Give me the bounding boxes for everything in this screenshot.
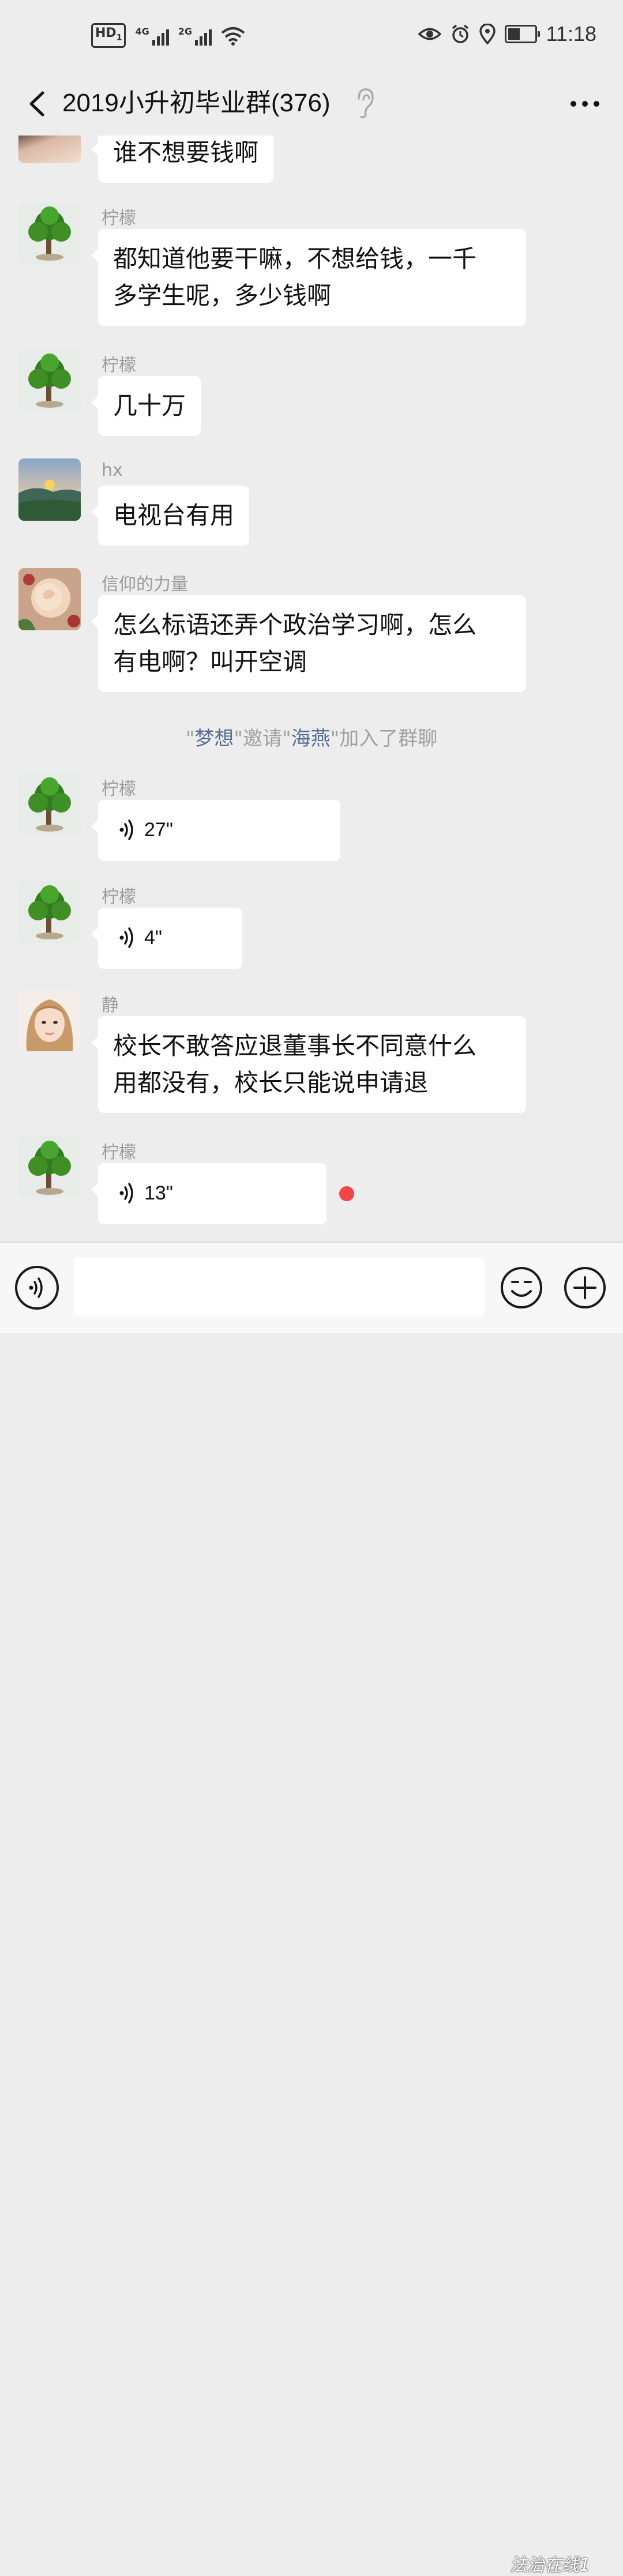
voice-duration: 27"	[144, 819, 173, 841]
tree-avatar-icon	[18, 773, 81, 835]
message-text: 怎么标语还弄个政治学习啊，怎么	[113, 611, 477, 639]
voice-wave-icon	[119, 927, 133, 948]
invitee-link[interactable]: 海燕	[291, 727, 331, 750]
sender-name: 信仰的力量	[102, 574, 188, 595]
unread-dot	[339, 1186, 354, 1201]
emoji-icon[interactable]	[500, 1266, 543, 1310]
eye-icon	[418, 28, 441, 40]
sender-name: 柠檬	[102, 355, 136, 375]
voice-duration: 4"	[144, 927, 162, 949]
message-bubble[interactable]: 都知道他要干嘛，不想给钱，一千 多学生呢，多少钱啊	[91, 229, 526, 326]
more-dots-icon[interactable]	[568, 89, 602, 118]
avatar[interactable]	[18, 881, 81, 943]
message-text: 有电啊？叫开空调	[113, 648, 307, 676]
voice-message[interactable]: 27"	[91, 800, 340, 861]
battery-icon	[504, 25, 540, 43]
sender-name: 静	[102, 995, 119, 1016]
status-left: HD1 4G 2G	[91, 23, 245, 48]
inviter-link[interactable]: 梦想	[194, 727, 234, 750]
voice-duration: 13"	[144, 1182, 173, 1204]
rose-avatar-icon	[18, 568, 81, 630]
location-icon	[479, 24, 496, 44]
voice-wave-icon	[119, 819, 133, 840]
alarm-icon	[452, 24, 468, 43]
avatar[interactable]	[18, 202, 81, 264]
message-text: 都知道他要干嘛，不想给钱，一千	[113, 245, 477, 273]
message-bubble[interactable]: 谁不想要钱啊	[91, 136, 274, 183]
tree-avatar-icon	[18, 1136, 81, 1198]
input-bar: 法治在线1	[0, 1242, 623, 2575]
avatar[interactable]	[18, 349, 81, 411]
message-text: 谁不想要钱啊	[113, 138, 259, 167]
wifi-icon	[221, 27, 245, 46]
message-bubble[interactable]: 几十万	[91, 376, 201, 436]
avatar[interactable]	[18, 989, 81, 1051]
status-bar: HD1 4G 2G 11:18	[0, 0, 623, 72]
message-text: 用都没有，校长只能说申请退	[113, 1069, 429, 1097]
tree-avatar-icon	[18, 881, 81, 943]
message-input[interactable]	[74, 1258, 485, 1317]
tree-avatar-icon	[18, 202, 81, 264]
ear-icon	[358, 88, 374, 119]
message-list[interactable]: 谁不想要钱啊 柠檬 都知道他要干嘛，不想给钱，一千 多学生呢，多少钱啊 柠檬 几…	[0, 136, 623, 1242]
chat-header: 2019小升初毕业群(376)	[0, 72, 623, 136]
message-text: 电视台有用	[113, 501, 235, 529]
sender-name: 柠檬	[102, 887, 136, 907]
avatar[interactable]	[18, 136, 81, 163]
sender-name: 柠檬	[102, 779, 136, 799]
voice-mode-icon[interactable]	[15, 1266, 59, 1310]
message-text: 多学生呢，多少钱啊	[113, 281, 332, 310]
voice-message[interactable]: 13"	[91, 1163, 326, 1224]
sender-name: hx	[102, 460, 123, 480]
signal-icon: 2G	[178, 26, 212, 46]
status-right: 11:18	[418, 22, 596, 46]
message-text: 几十万	[113, 392, 186, 420]
chat-title: 2019小升初毕业群(376)	[62, 89, 331, 117]
signal-icon: 4G	[135, 26, 169, 46]
avatar[interactable]	[18, 773, 81, 835]
avatar[interactable]	[18, 458, 81, 521]
hd-badge: HD1	[91, 23, 126, 48]
message-bubble[interactable]: 校长不敢答应退董事长不同意什么 用都没有，校长只能说申请退	[91, 1016, 526, 1113]
sender-name: 柠檬	[102, 1142, 136, 1163]
message-text: 校长不敢答应退董事长不同意什么	[113, 1032, 477, 1060]
chevron-left-icon[interactable]	[18, 84, 53, 124]
sunset-avatar-icon	[18, 458, 81, 521]
voice-message[interactable]: 4"	[91, 908, 242, 969]
message-bubble[interactable]: 电视台有用	[91, 486, 250, 546]
sender-name: 柠檬	[102, 208, 136, 228]
tree-avatar-icon	[18, 349, 81, 411]
voice-wave-icon	[119, 1183, 133, 1204]
watermark: 法治在线1	[510, 2555, 591, 2575]
woman-avatar-icon	[18, 989, 81, 1051]
message-bubble[interactable]: 怎么标语还弄个政治学习啊，怎么 有电啊？叫开空调	[91, 595, 526, 692]
plus-icon[interactable]	[563, 1266, 607, 1310]
clock: 11:18	[546, 22, 596, 46]
avatar[interactable]	[18, 1136, 81, 1198]
system-notice: "梦想"邀请"海燕"加入了群聊	[185, 727, 438, 750]
avatar[interactable]	[18, 568, 81, 630]
